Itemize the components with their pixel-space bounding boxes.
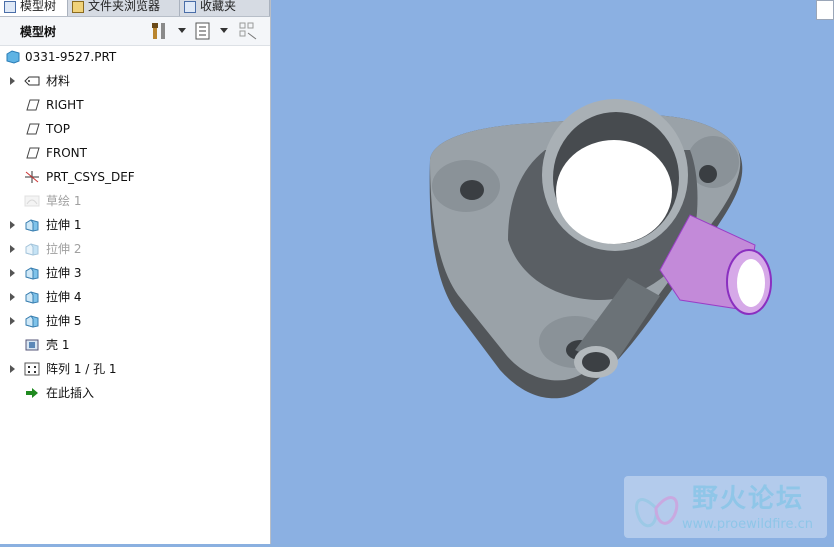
insert-here-icon	[26, 388, 38, 398]
model-tree-icon	[4, 0, 16, 13]
tree-item[interactable]: 壳 1	[0, 334, 268, 356]
datum-plane-icon	[26, 123, 40, 135]
tree-root[interactable]: 0331-9527.PRT	[0, 46, 268, 68]
tree-item-label: 拉伸 5	[46, 314, 82, 328]
tree-item[interactable]: TOP	[0, 118, 268, 140]
graphics-viewport[interactable]	[271, 0, 834, 544]
expand-arrow-icon[interactable]	[10, 269, 15, 277]
part-3d-model[interactable]	[271, 0, 834, 544]
tree-item[interactable]: PRT_CSYS_DEF	[0, 166, 268, 188]
shell-icon	[25, 339, 39, 351]
bolt-hole-right	[699, 165, 717, 183]
extrude-icon	[25, 219, 39, 232]
tree-item-label: 拉伸 4	[46, 290, 82, 304]
expand-arrow-icon[interactable]	[10, 221, 15, 229]
show-list-icon[interactable]	[193, 21, 213, 41]
model-tree-title: 模型树	[20, 25, 57, 39]
tree-item-label: 壳 1	[46, 338, 70, 352]
tab-favorites[interactable]: 收藏夹	[180, 0, 270, 16]
forum-title: 野火论坛	[692, 484, 805, 514]
tree-item-label: 草绘 1	[46, 194, 82, 208]
bolt-hole-left	[460, 180, 484, 200]
tree-item-label: 拉伸 1	[46, 218, 82, 232]
show-dropdown-caret[interactable]	[220, 28, 228, 33]
forum-logo-icon	[635, 496, 679, 528]
tree-item-label: 拉伸 3	[46, 266, 82, 280]
tree-item[interactable]: 拉伸 1	[0, 214, 268, 236]
small-pipe-bore	[582, 352, 610, 372]
expand-arrow-icon[interactable]	[10, 365, 15, 373]
extrude-icon	[25, 315, 39, 328]
viewport-corner-button[interactable]	[816, 0, 834, 20]
tree-item-label: 材料	[46, 74, 71, 88]
model-tree-toolbar: 模型树	[0, 17, 270, 46]
settings-dropdown-caret[interactable]	[178, 28, 186, 33]
tab-model-tree[interactable]: 模型树	[0, 0, 68, 16]
tab-folder-browser[interactable]: 文件夹浏览器	[68, 0, 180, 16]
tree-item-label: RIGHT	[46, 98, 84, 112]
filter-icon[interactable]	[238, 21, 258, 41]
tree-item-label: 在此插入	[46, 386, 95, 400]
extrude-icon	[25, 291, 39, 304]
side-pipe-opening	[737, 259, 765, 307]
tree-item-label: 阵列 1 / 孔 1	[46, 362, 117, 376]
part-icon	[6, 50, 20, 64]
expand-arrow-icon[interactable]	[10, 77, 15, 85]
forum-watermark: 野火论坛 www.proewildfire.cn	[624, 476, 827, 538]
csys-icon	[25, 171, 39, 183]
tree-item-label: 拉伸 2	[46, 242, 82, 256]
sketch-icon	[24, 195, 40, 207]
favorites-icon	[184, 0, 196, 13]
tree-item[interactable]: 草绘 1	[0, 190, 268, 212]
extrude-icon	[25, 267, 39, 280]
material-icon	[24, 76, 40, 86]
tree-item-label: PRT_CSYS_DEF	[46, 170, 135, 184]
tree-item[interactable]: 拉伸 5	[0, 310, 268, 332]
tree-item[interactable]: FRONT	[0, 142, 268, 164]
tree-item-label: TOP	[46, 122, 71, 136]
tree-item[interactable]: 在此插入	[0, 382, 268, 404]
tree-item[interactable]: RIGHT	[0, 94, 268, 116]
expand-arrow-icon[interactable]	[10, 317, 15, 325]
expand-arrow-icon[interactable]	[10, 293, 15, 301]
tube-opening	[556, 140, 672, 244]
datum-plane-icon	[26, 147, 40, 159]
tree-item-label: FRONT	[46, 146, 87, 160]
tree-item[interactable]: 阵列 1 / 孔 1	[0, 358, 268, 380]
tree-item[interactable]: 拉伸 4	[0, 286, 268, 308]
forum-url: www.proewildfire.cn	[682, 517, 813, 532]
extrude-icon	[25, 243, 39, 256]
expand-arrow-icon[interactable]	[10, 245, 15, 253]
model-tree-panel: 模型树 文件夹浏览器 收藏夹 模型树 0331-9527.PRT 材料 RIGH…	[0, 0, 271, 544]
folder-icon	[72, 0, 84, 13]
tree-item[interactable]: 材料	[0, 70, 268, 92]
tree-item[interactable]: 拉伸 2	[0, 238, 268, 260]
tree-item[interactable]: 拉伸 3	[0, 262, 268, 284]
settings-tools-icon[interactable]	[150, 21, 170, 41]
datum-plane-icon	[26, 99, 40, 111]
navigator-tabs: 模型树 文件夹浏览器 收藏夹	[0, 0, 270, 17]
pattern-icon	[24, 362, 40, 376]
